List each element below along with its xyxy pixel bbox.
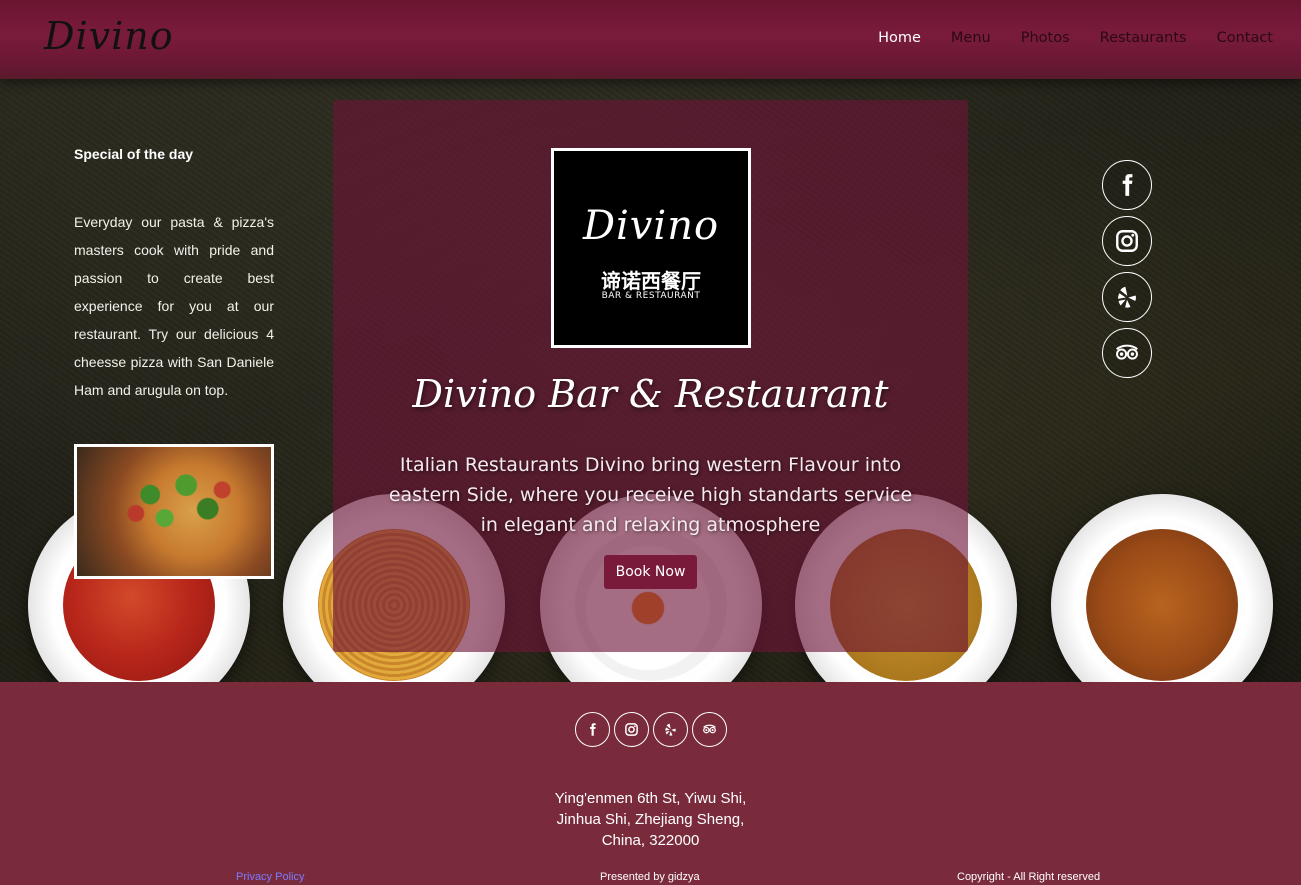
logo-chinese: 谛诺西餐厅 xyxy=(601,269,701,293)
pizza-image xyxy=(74,444,274,579)
yelp-icon[interactable] xyxy=(1102,272,1152,322)
address-line: China, 322000 xyxy=(601,832,700,849)
nav-restaurants[interactable]: Restaurants xyxy=(1100,30,1187,46)
facebook-icon[interactable] xyxy=(1102,160,1152,210)
pizza-toppings xyxy=(107,457,251,551)
food-croissant xyxy=(1086,529,1238,681)
address-line: Ying'enmen 6th St, Yiwu Shi, xyxy=(554,790,747,807)
plate-croissant xyxy=(1051,494,1273,682)
tripadvisor-icon[interactable] xyxy=(1102,328,1152,378)
hero-title: Divino Bar & Restaurant xyxy=(412,372,889,416)
logo-subtitle: BAR & RESTAURANT xyxy=(601,291,701,301)
instagram-icon[interactable] xyxy=(614,712,649,747)
restaurant-logo: Divino 谛诺西餐厅 BAR & RESTAURANT xyxy=(551,148,751,348)
site-footer: Ying'enmen 6th St, Yiwu Shi, Jinhua Shi,… xyxy=(0,682,1301,885)
presented-by: Presented by gidzya xyxy=(600,871,700,883)
instagram-icon[interactable] xyxy=(1102,216,1152,266)
copyright: Copyright - All Right reserved xyxy=(957,871,1101,883)
site-header: Divino Home Menu Photos Restaurants Cont… xyxy=(0,0,1301,79)
book-now-button[interactable]: Book Now xyxy=(604,555,697,589)
special-title: Special of the day xyxy=(74,146,194,162)
tripadvisor-icon[interactable] xyxy=(692,712,727,747)
hero-section: Special of the day Everyday our pasta & … xyxy=(0,79,1301,682)
address: Ying'enmen 6th St, Yiwu Shi, Jinhua Shi,… xyxy=(0,788,1301,851)
special-text: Everyday our pasta & pizza's masters coo… xyxy=(74,214,274,398)
footer-social-links xyxy=(575,712,727,747)
nav-home[interactable]: Home xyxy=(878,30,921,46)
social-links-column xyxy=(1102,160,1152,378)
facebook-icon[interactable] xyxy=(575,712,610,747)
privacy-policy-link[interactable]: Privacy Policy xyxy=(236,871,304,883)
main-nav: Home Menu Photos Restaurants Contact xyxy=(878,30,1273,46)
hero-description: Italian Restaurants Divino bring western… xyxy=(388,454,913,536)
brand-logo[interactable]: Divino xyxy=(44,14,174,58)
hero-panel: Divino 谛诺西餐厅 BAR & RESTAURANT Divino Bar… xyxy=(333,100,968,652)
nav-contact[interactable]: Contact xyxy=(1217,30,1273,46)
nav-photos[interactable]: Photos xyxy=(1021,30,1070,46)
logo-script: Divino xyxy=(582,203,720,249)
address-line: Jinhua Shi, Zhejiang Sheng, xyxy=(556,811,745,828)
yelp-icon[interactable] xyxy=(653,712,688,747)
nav-menu[interactable]: Menu xyxy=(951,30,991,46)
